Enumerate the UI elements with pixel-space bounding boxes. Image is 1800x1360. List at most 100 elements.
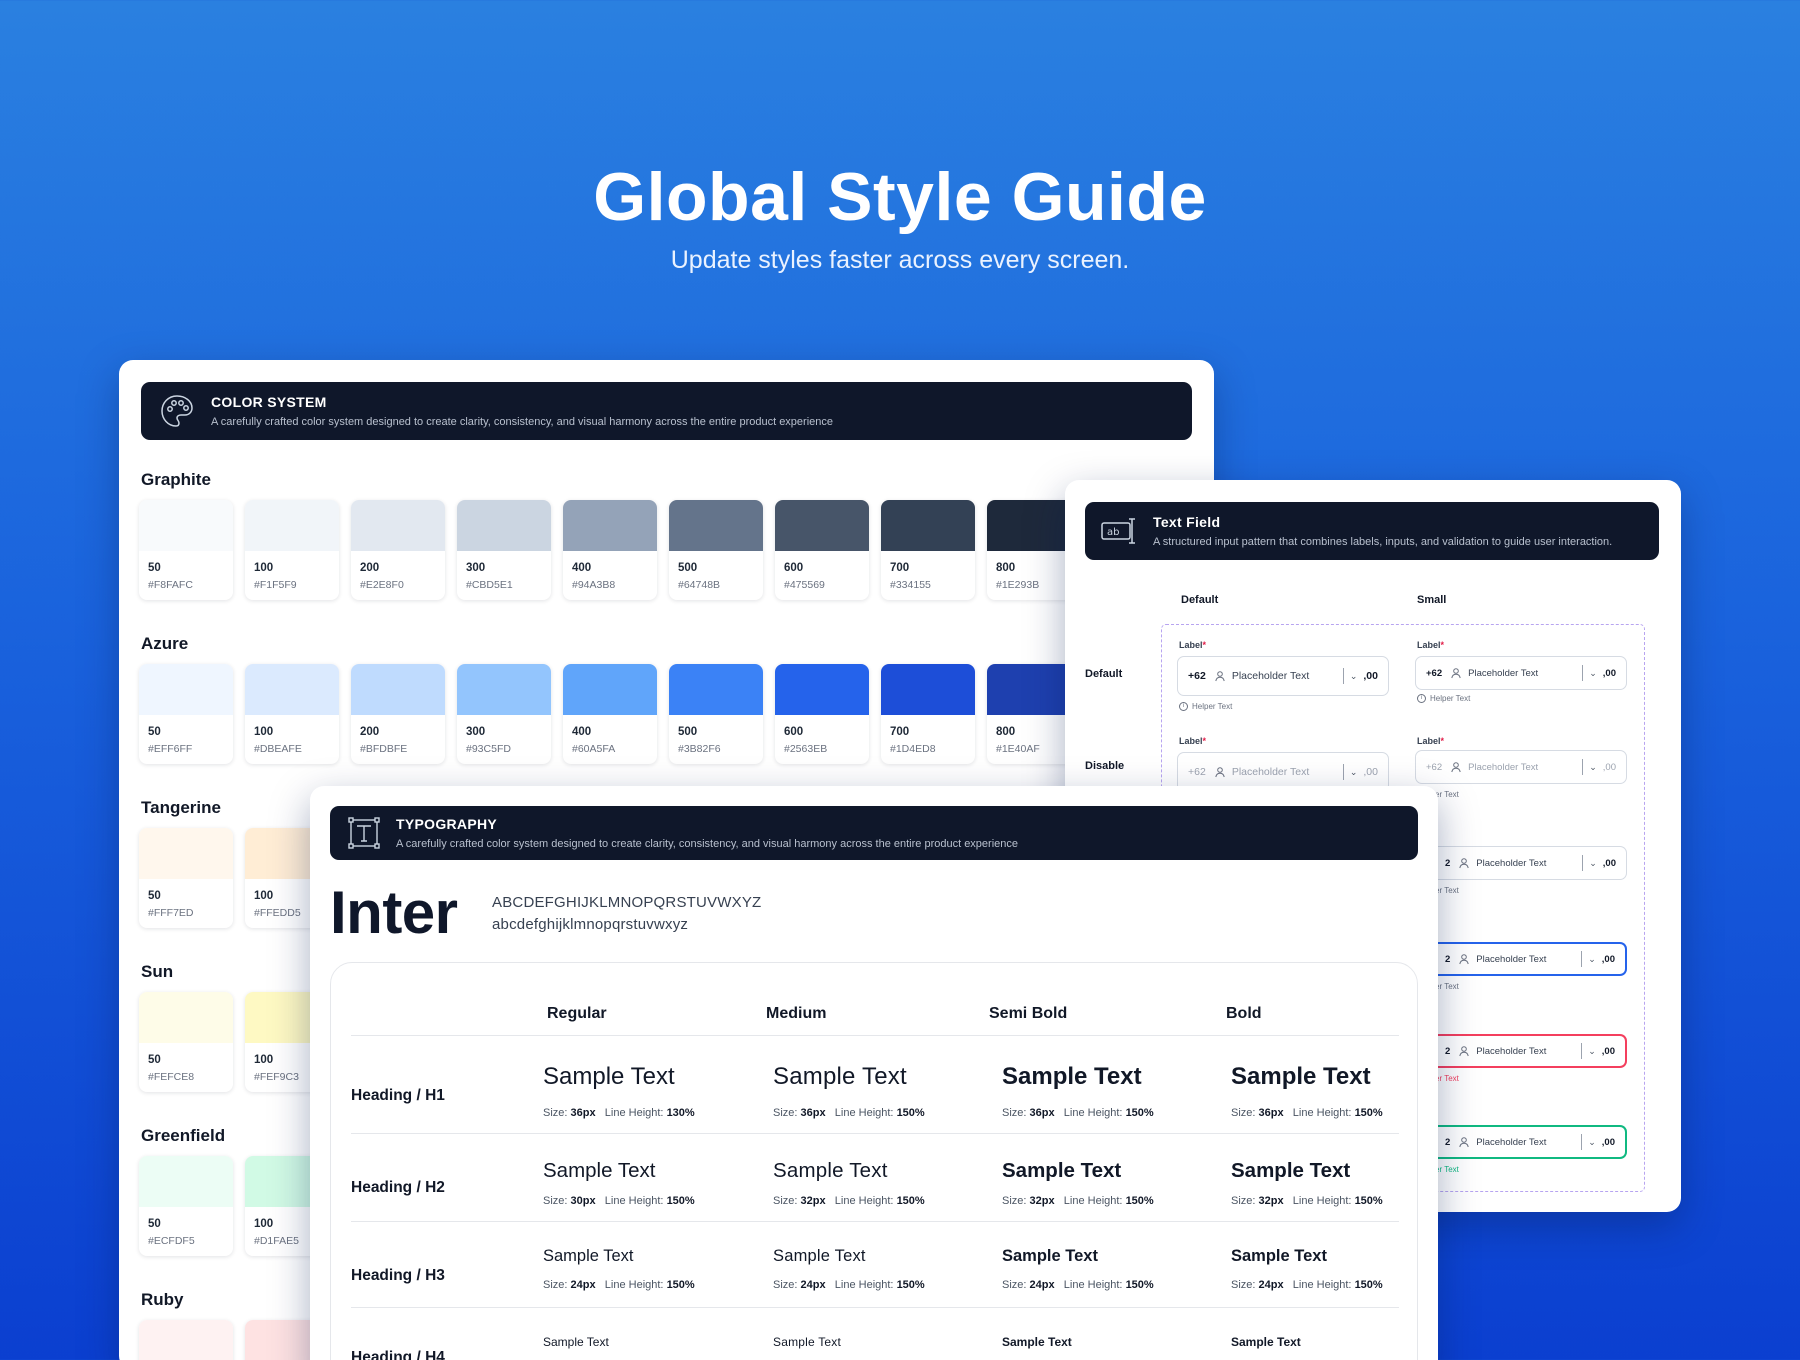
swatch-step: 300 <box>466 562 486 574</box>
type-spec: Size: 36px Line Height: 150% <box>1002 1107 1154 1119</box>
user-icon <box>1458 1045 1470 1057</box>
line-height-label: Line Height: <box>1292 1279 1352 1291</box>
color-swatch[interactable]: 500 #64748B <box>669 500 763 600</box>
column-header-small: Small <box>1417 594 1447 606</box>
color-swatch[interactable]: 50 #EFF6FF <box>139 664 233 764</box>
swatch-hex: #334155 <box>890 579 931 591</box>
phone-input-field[interactable]: 2 Placeholder Text ⌄ ,00 <box>1435 1034 1627 1068</box>
label-text: Label <box>1179 640 1203 650</box>
color-swatch[interactable]: 50 #ECFDF5 <box>139 1156 233 1256</box>
type-scale-table: Regular Medium Semi Bold Bold Heading / … <box>330 962 1418 1360</box>
palette-name-graphite: Graphite <box>141 470 211 489</box>
color-swatch[interactable]: 600 #475569 <box>775 500 869 600</box>
weight-header-bold: Bold <box>1226 1005 1262 1022</box>
typography-title: TYPOGRAPHY <box>396 816 498 832</box>
size-value: 24px <box>800 1279 826 1291</box>
phone-input-field[interactable]: 2 Placeholder Text ⌄ ,00 <box>1435 846 1627 880</box>
input-divider <box>1581 1043 1583 1059</box>
size-value: 30px <box>570 1195 596 1207</box>
chevron-down-icon: ⌄ <box>1588 1045 1596 1056</box>
country-code: +62 <box>1426 761 1443 773</box>
sample-text: Sample Text <box>1231 1247 1327 1265</box>
phone-input-field[interactable]: +62 Placeholder Text ⌄ ,00 <box>1177 656 1389 696</box>
info-icon: i <box>1417 694 1426 703</box>
input-divider <box>1581 951 1583 967</box>
input-divider <box>1581 1134 1583 1150</box>
color-swatch[interactable]: 100 #DBEAFE <box>245 664 339 764</box>
row-divider <box>351 1133 1399 1134</box>
color-swatch[interactable]: 400 #60A5FA <box>563 664 657 764</box>
typography-icon <box>346 815 382 851</box>
palette-icon <box>157 391 197 431</box>
color-swatch[interactable]: 600 #2563EB <box>775 664 869 764</box>
row-header-default: Default <box>1085 668 1123 680</box>
row-header-disable: Disable <box>1085 760 1125 772</box>
color-swatch[interactable]: 500 #3B82F6 <box>669 664 763 764</box>
input-divider <box>1342 668 1344 684</box>
size-value: 36px <box>800 1107 826 1119</box>
swatch-step: 200 <box>360 726 380 738</box>
decimal-suffix: ,00 <box>1363 670 1378 682</box>
line-height-value: 150% <box>896 1279 925 1291</box>
field-label: Label* <box>1417 736 1444 746</box>
line-height-label: Line Height: <box>1292 1195 1352 1207</box>
swatch-step: 500 <box>678 562 698 574</box>
swatch-step: 50 <box>148 890 161 902</box>
phone-input-field[interactable]: +62 Placeholder Text ⌄ ,00 <box>1415 750 1627 784</box>
swatch-step: 50 <box>148 1218 161 1230</box>
row-divider <box>351 1307 1399 1308</box>
swatch-hex: #64748B <box>678 579 721 591</box>
type-spec: Size: 36px Line Height: 150% <box>773 1107 925 1119</box>
size-value: 32px <box>800 1195 826 1207</box>
color-swatch[interactable]: 50#FEF2F2 <box>139 1320 233 1360</box>
color-swatch[interactable]: 700 #334155 <box>881 500 975 600</box>
swatch-color <box>563 500 657 551</box>
swatch-hex: #F8FAFC <box>148 579 193 591</box>
color-swatch[interactable]: 200 #BFDBFE <box>351 664 445 764</box>
swatch-hex: #E2E8F0 <box>360 579 404 591</box>
size-label: Size: <box>1231 1279 1256 1291</box>
chevron-down-icon: ⌄ <box>1588 953 1596 964</box>
font-name: Inter <box>330 879 458 946</box>
color-swatch[interactable]: 300 #CBD5E1 <box>457 500 551 600</box>
color-swatch[interactable]: 700 #1D4ED8 <box>881 664 975 764</box>
placeholder-text: Placeholder Text <box>1231 766 1310 778</box>
phone-input-field[interactable]: +62 Placeholder Text ⌄ ,00 <box>1415 656 1627 690</box>
color-swatch[interactable]: 50 #FFF7ED <box>139 828 233 928</box>
user-icon <box>1214 766 1226 778</box>
phone-input-field[interactable]: 2 Placeholder Text ⌄ ,00 <box>1435 942 1627 976</box>
helper-label: Helper Text <box>1192 702 1233 711</box>
color-swatch[interactable]: 50 #F8FAFC <box>139 500 233 600</box>
line-height-label: Line Height: <box>604 1279 664 1291</box>
size-label: Size: <box>773 1279 798 1291</box>
color-swatch[interactable]: 400 #94A3B8 <box>563 500 657 600</box>
swatch-hex: #CBD5E1 <box>466 579 513 591</box>
swatch-step: 50 <box>148 562 161 574</box>
swatch-color <box>775 664 869 715</box>
line-height-label: Line Height: <box>604 1195 664 1207</box>
swatch-color <box>139 992 233 1043</box>
color-system-header: COLOR SYSTEM A carefully crafted color s… <box>141 382 1192 440</box>
field-label: Label* <box>1179 736 1206 746</box>
color-swatch[interactable]: 100 #F1F5F9 <box>245 500 339 600</box>
swatch-hex: #2563EB <box>784 743 828 755</box>
color-swatch[interactable]: 300 #93C5FD <box>457 664 551 764</box>
sample-text: Sample Text <box>773 1335 842 1349</box>
swatch-hex: #93C5FD <box>466 743 511 755</box>
type-spec: Size: 24px Line Height: 150% <box>543 1279 695 1291</box>
size-label: Size: <box>773 1195 798 1207</box>
size-value: 24px <box>570 1279 596 1291</box>
color-swatch[interactable]: 50 #FEFCE8 <box>139 992 233 1092</box>
swatch-color <box>457 500 551 551</box>
type-style-label: Heading / H2 <box>351 1179 445 1196</box>
row-divider <box>351 1221 1399 1222</box>
chevron-down-icon: ⌄ <box>1588 1136 1596 1147</box>
palette-name-greenfield: Greenfield <box>141 1126 226 1145</box>
user-icon <box>1214 670 1226 682</box>
text-field-description: A structured input pattern that combines… <box>1153 536 1613 548</box>
color-swatch[interactable]: 200 #E2E8F0 <box>351 500 445 600</box>
phone-input-field[interactable]: 2 Placeholder Text ⌄ ,00 <box>1435 1125 1627 1159</box>
input-divider <box>1582 855 1584 871</box>
swatch-step: 400 <box>572 562 592 574</box>
line-height-label: Line Height: <box>1063 1107 1123 1119</box>
